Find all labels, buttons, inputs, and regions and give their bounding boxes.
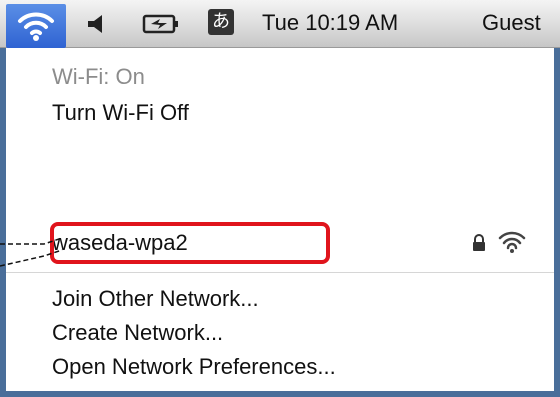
battery-icon[interactable]	[142, 13, 182, 35]
speaker-icon[interactable]	[86, 14, 108, 34]
input-method-icon[interactable]: あ	[208, 9, 234, 35]
frame-bottom-border	[0, 391, 560, 397]
lock-icon	[473, 234, 485, 251]
frame-right-border	[554, 48, 560, 397]
network-highlight-box	[50, 222, 330, 264]
turn-wifi-off-item[interactable]: Turn Wi-Fi Off	[52, 100, 189, 126]
menubar-user[interactable]: Guest	[482, 10, 541, 36]
join-other-network-item[interactable]: Join Other Network...	[52, 286, 259, 312]
create-network-item[interactable]: Create Network...	[52, 320, 223, 346]
menu-separator	[6, 272, 554, 273]
wifi-dropdown-menu: Wi-Fi: On Turn Wi-Fi Off waseda-wpa2 Joi…	[6, 48, 554, 391]
menu-bar: あ Tue 10:19 AM Guest	[0, 0, 560, 48]
wifi-signal-icon	[498, 231, 526, 253]
annotation-leader-line	[0, 237, 63, 267]
open-network-preferences-item[interactable]: Open Network Preferences...	[52, 354, 336, 380]
wifi-icon	[18, 12, 54, 41]
wifi-menu-extra[interactable]	[6, 4, 66, 48]
wifi-status-label: Wi-Fi: On	[52, 64, 145, 89]
menubar-clock[interactable]: Tue 10:19 AM	[262, 10, 398, 36]
